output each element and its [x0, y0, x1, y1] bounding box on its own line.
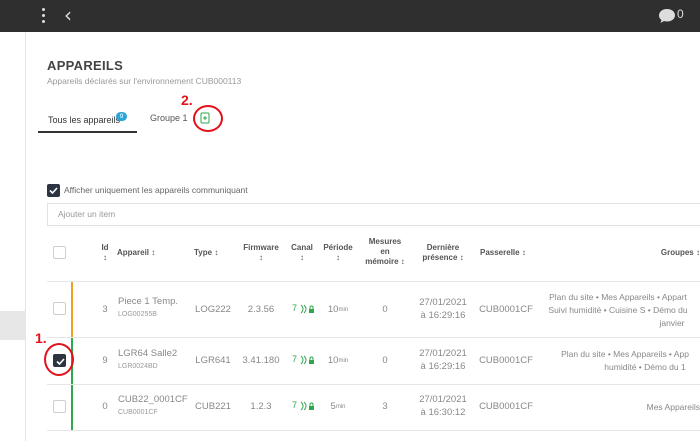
col-header-firmware[interactable]: Firmware ↕: [240, 243, 282, 263]
select-all-checkbox[interactable]: [53, 246, 66, 259]
col-header-periode[interactable]: Période ↕: [320, 243, 356, 263]
row-groupes: Plan du site • Mes Appareils • Appart: [549, 292, 687, 302]
row-passerelle[interactable]: CUB0001CF: [476, 304, 536, 316]
row-groupes: Mes Appareils: [646, 402, 700, 412]
row-firmware: 2.3.56: [247, 304, 275, 315]
communicating-only-checkbox[interactable]: [47, 184, 60, 197]
signal-lock-icon: [300, 401, 314, 410]
row-groupes: janvier: [659, 318, 685, 328]
chat-icon[interactable]: [658, 8, 676, 24]
row-type: LOG222: [195, 304, 231, 315]
row-groupes: Suivi humidité • Cuisine S • Démo du: [548, 305, 688, 315]
row-checkbox[interactable]: [53, 400, 66, 413]
add-item-field[interactable]: [47, 203, 700, 226]
row-status-indicator: [71, 385, 73, 431]
page-subtitle: Appareils déclarés sur l'environnement C…: [47, 76, 242, 86]
signal-lock-icon: [300, 355, 314, 364]
row-type: LGR641: [195, 355, 231, 366]
tab-all-devices-label: Tous les appareils: [48, 115, 121, 125]
col-header-mesures[interactable]: Mesures en mémoire ↕: [362, 237, 408, 267]
row-status-indicator: [71, 282, 73, 337]
annotation-label-2: 2.: [181, 92, 193, 108]
back-arrow-icon[interactable]: ‹: [64, 4, 84, 26]
table-header-divider: [47, 281, 700, 282]
add-item-input[interactable]: [58, 209, 358, 219]
left-sidebar: [0, 32, 26, 441]
col-header-canal[interactable]: Canal ↕: [288, 243, 316, 263]
row-date: 27/01/2021: [419, 348, 467, 359]
row-date: 27/01/2021: [419, 297, 467, 308]
row-passerelle[interactable]: CUB0001CF: [476, 401, 536, 413]
annotation-circle-2: [193, 105, 223, 132]
row-canal: 7: [292, 400, 316, 411]
row-time: à 16:30:12: [420, 407, 466, 418]
row-id: 3: [102, 304, 108, 315]
signal-lock-icon: [300, 304, 314, 313]
row-device-name[interactable]: CUB22_0001CF: [118, 394, 194, 406]
row-groupes: Plan du site • Mes Appareils • App: [561, 349, 689, 359]
row-firmware: 1.2.3: [250, 401, 272, 412]
annotation-circle-1: [44, 343, 74, 376]
col-header-passerelle[interactable]: Passerelle ↕: [480, 248, 540, 258]
row-date: 27/01/2021: [419, 394, 467, 405]
row-mesures: 0: [382, 304, 388, 315]
row-device-name[interactable]: Piece 1 Temp.: [118, 296, 194, 308]
row-canal: 7: [292, 354, 316, 365]
row-groupes: humidité • Démo du 1: [604, 362, 686, 372]
sidebar-selected-item[interactable]: [0, 311, 26, 340]
row-mesures: 0: [382, 355, 388, 366]
col-header-type[interactable]: Type ↕: [194, 248, 230, 258]
row-periode: 5min: [330, 401, 346, 412]
chat-count: 0: [677, 7, 684, 21]
row-canal: 7: [292, 303, 316, 314]
row-passerelle[interactable]: CUB0001CF: [476, 355, 536, 367]
more-options-icon[interactable]: [40, 8, 46, 24]
col-header-id[interactable]: Id ↕: [98, 243, 112, 263]
row-device-serial: CUB0001CF: [118, 409, 158, 416]
row-time: à 16:29:16: [420, 310, 466, 321]
row-firmware: 3.41.180: [242, 355, 280, 366]
page-title: APPAREILS: [47, 58, 124, 73]
row-periode: 10min: [327, 355, 349, 366]
check-icon: [49, 187, 58, 195]
tab-count-badge: 9: [116, 112, 127, 121]
row-mesures: 3: [382, 401, 388, 412]
row-device-serial: LOG00255B: [118, 311, 157, 318]
row-periode: 10min: [327, 304, 349, 315]
communicating-only-label: Afficher uniquement les appareils commun…: [64, 185, 248, 195]
top-bar: ‹ 0: [0, 0, 700, 32]
row-id: 9: [102, 355, 108, 366]
row-device-name[interactable]: LGR64 Salle2: [118, 348, 194, 360]
annotation-label-1: 1.: [35, 330, 47, 346]
row-checkbox[interactable]: [53, 302, 66, 315]
row-id: 0: [102, 401, 108, 412]
col-header-presence[interactable]: Dernière présence ↕: [418, 243, 468, 263]
row-divider: [47, 337, 700, 338]
row-divider: [47, 384, 700, 385]
tab-groupe-1[interactable]: Groupe 1: [150, 113, 188, 123]
row-device-serial: LGR0024BD: [118, 363, 158, 370]
row-time: à 16:29:16: [420, 361, 466, 372]
row-divider: [47, 430, 700, 431]
row-type: CUB221: [195, 401, 231, 412]
col-header-groupes[interactable]: Groupes ↕: [640, 248, 700, 258]
col-header-appareil[interactable]: Appareil ↕: [117, 248, 173, 258]
